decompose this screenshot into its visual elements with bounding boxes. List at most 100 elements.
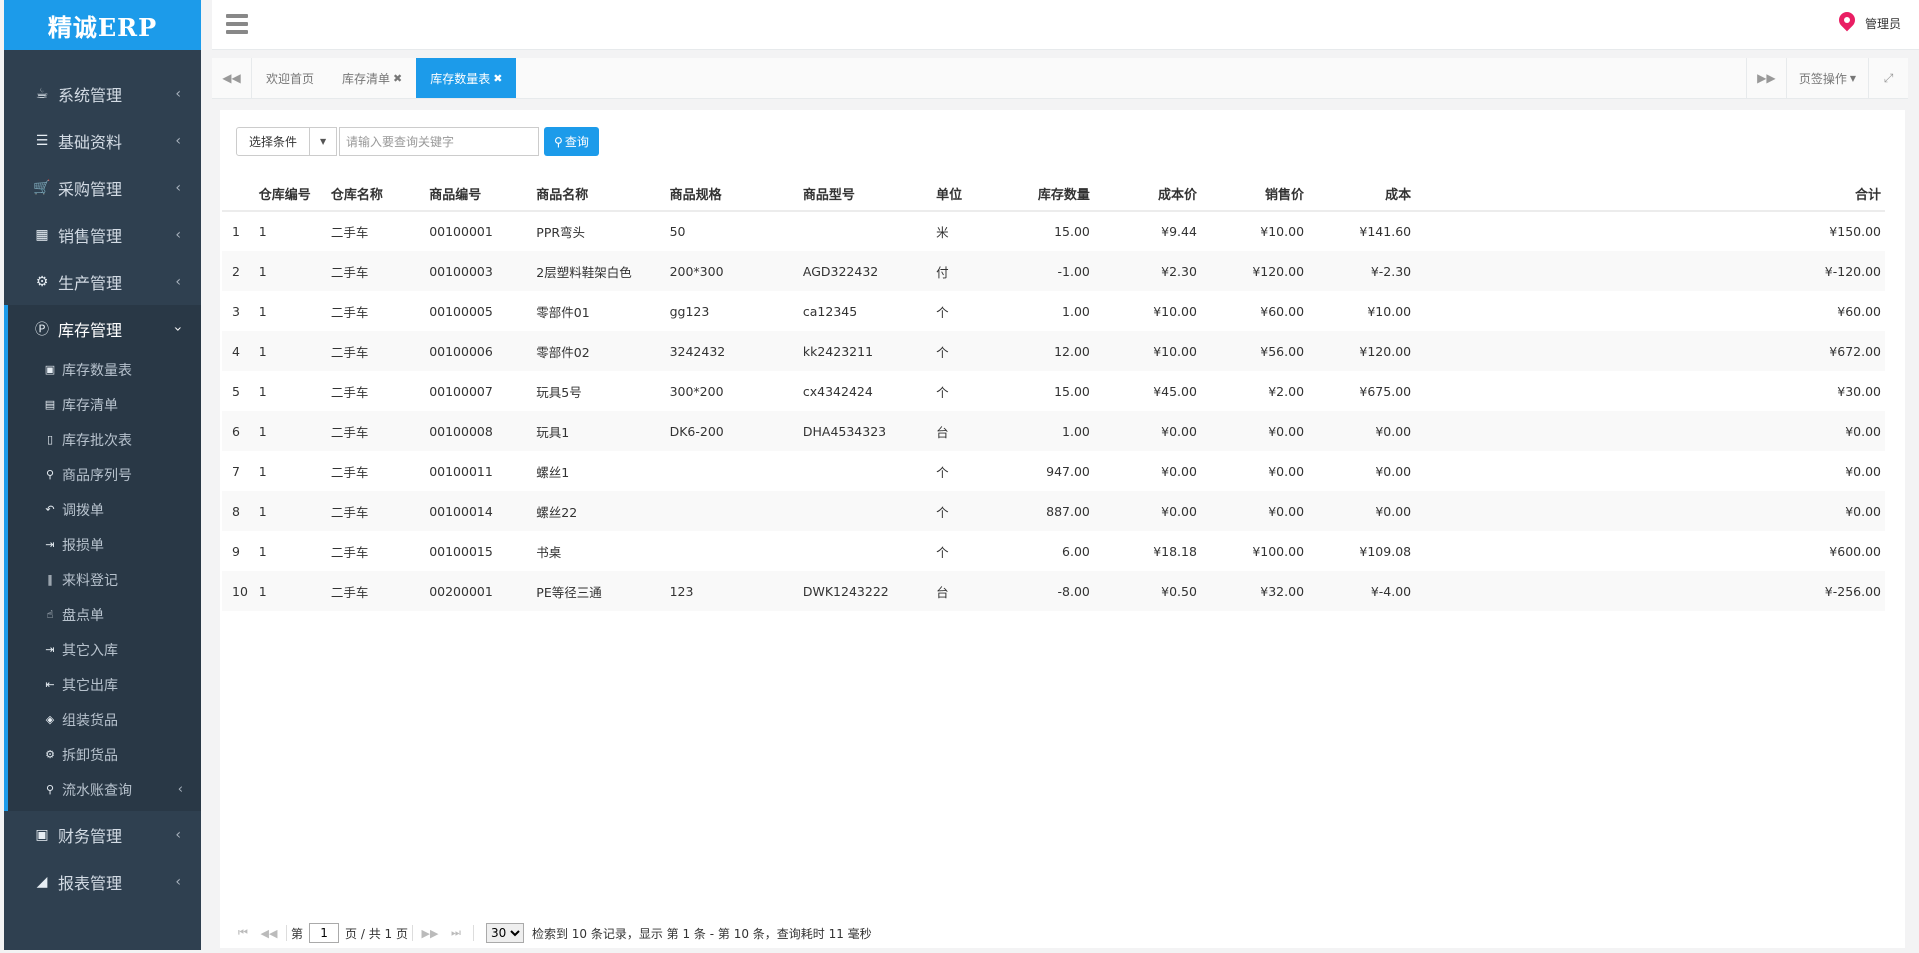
sidebar-item-menu.1.label[interactable]: ☰ 基础资料 ‹ [4, 117, 201, 164]
sidebar-item-menu.0.label[interactable]: ☕ 系统管理 ‹ [4, 70, 201, 117]
sidebar-item-menu_after.0.label[interactable]: ▣ 财务管理 ‹ [4, 811, 201, 858]
reply-icon: ↶ [45, 503, 55, 516]
column-header[interactable]: 成本价 [1093, 176, 1201, 212]
column-header[interactable]: 库存数量 [1008, 176, 1094, 212]
submenu-item[interactable]: ▣ 库存数量表 [8, 352, 201, 387]
tab-scroll-right-icon[interactable]: ▶▶ [1745, 58, 1786, 98]
inventory-table: 仓库编号 仓库名称 商品编号 商品名称 商品规格 商品型号 单位 库存数量 成本价 销售价 成本 合计… [222, 176, 1885, 611]
column-header[interactable] [222, 176, 255, 212]
tab-ops-dropdown[interactable]: 页签操作 ▼ [1785, 58, 1868, 98]
submenu-item[interactable]: ☝ 盘点单 [8, 597, 201, 632]
column-header[interactable]: 商品名称 [532, 176, 666, 212]
table-row[interactable]: 5 1 二手车 00100007 玩具5号 300*200 cx4342424 个 15.00 ¥… [222, 371, 1885, 411]
table-cell [1415, 571, 1776, 611]
table-cell: 玩具5号 [536, 384, 582, 400]
prev-page-icon[interactable]: ◀◀ [256, 923, 282, 943]
pager-summary: 检索到 10 条记录，显示 第 1 条 - 第 10 条，查询耗时 11 毫秒 [531, 926, 872, 941]
submenu-item[interactable]: ▯ 库存批次表 [8, 422, 201, 457]
submenu-item-label: 库存清单 [62, 397, 118, 414]
sidebar-item-label: 系统管理 [58, 85, 123, 105]
column-header[interactable]: 销售价 [1200, 176, 1309, 212]
submenu-item[interactable]: ⇥ 其它入库 [8, 632, 201, 667]
user-area[interactable]: 管理员 [1835, 8, 1901, 34]
table-cell: 个 [936, 504, 949, 520]
table-cell: PPR弯头 [536, 225, 586, 240]
tab-scroll-left-icon[interactable]: ◀◀ [212, 58, 252, 98]
submenu-item[interactable]: ⚙ 拆卸货品 [8, 737, 201, 772]
column-header[interactable] [1415, 176, 1776, 212]
table-row[interactable]: 6 1 二手车 00100008 玩具1 DK6-200 DHA4534323 台 1.00 ¥0… [222, 411, 1885, 451]
table-cell: 2层塑料鞋架白色 [536, 264, 632, 280]
submenu-item[interactable]: ⇤ 其它出库 [8, 667, 201, 702]
sidebar-item-menu.4.label[interactable]: ⚙ 生产管理 ‹ [4, 258, 201, 305]
close-icon[interactable]: ✖ [493, 72, 502, 85]
column-header[interactable]: 成本 [1308, 176, 1416, 212]
column-header[interactable]: 仓库名称 [326, 176, 426, 212]
column-header[interactable]: 仓库编号 [254, 176, 327, 212]
inventory-submenu: ▣ 库存数量表 ▤ 库存清单 ▯ 库存批次表 ⚲ 商品序列号 ↶ 调拨单 ⇥ 报损单 ‖ 来料登记 ☝ 盘点单… [4, 352, 201, 811]
table-cell: ¥675.00 [1359, 383, 1412, 399]
table-row[interactable]: 2 1 二手车 00100003 2层塑料鞋架白色 200*300 AGD322432 付 -1… [222, 251, 1885, 291]
list-icon: ☰ [35, 132, 49, 149]
user-name[interactable]: 管理员 [1865, 15, 1901, 32]
table-cell: 零部件02 [536, 344, 590, 360]
table-cell: 二手车 [330, 424, 369, 440]
search-input[interactable] [339, 127, 540, 156]
query-button[interactable]: ⚲ 查询 [544, 127, 599, 156]
fullscreen-icon[interactable]: ⤢ [1868, 58, 1908, 98]
column-header[interactable]: 商品编号 [425, 176, 533, 212]
next-page-icon[interactable]: ▶▶ [417, 923, 443, 943]
column-header[interactable]: 合计 [1775, 176, 1885, 212]
sidebar-item-menu_after.1.label[interactable]: ◢ 报表管理 ‹ [4, 858, 201, 905]
table-cell: 3 [232, 303, 240, 319]
close-icon[interactable]: ✖ [393, 72, 402, 85]
table-cell: 1 [258, 503, 267, 519]
sidebar-item-menu.5.label[interactable]: Ⓟ 库存管理 ‹ [4, 305, 201, 352]
page-number-input[interactable] [309, 923, 340, 943]
first-page-icon[interactable]: ⏮ [230, 923, 256, 943]
table-cell: 二手车 [330, 384, 369, 400]
condition-caret-icon[interactable]: ▼ [310, 127, 338, 156]
table-row[interactable]: 7 1 二手车 00100011 螺丝1 个 947.00 ¥0.00 ¥0.00 ¥0.00 ¥0… [222, 451, 1885, 491]
table-row[interactable]: 9 1 二手车 00100015 书桌 个 6.00 ¥18.18 ¥100.00 ¥109.08… [222, 531, 1885, 571]
submenu-item[interactable]: ↶ 调拨单 [8, 492, 201, 527]
table-cell: ¥0.00 [1845, 503, 1881, 519]
submenu-item-label: 流水账查询 [62, 782, 132, 799]
search-icon: ⚲ [45, 468, 55, 481]
table-row[interactable]: 4 1 二手车 00100006 零部件02 3242432 kk2423211 个 12.00… [222, 331, 1885, 371]
sidebar-item-menu.3.label[interactable]: ▦ 销售管理 ‹ [4, 211, 201, 258]
menu-toggle-icon[interactable] [226, 14, 248, 34]
table-cell: 1 [258, 383, 267, 399]
table-cell: 00100001 [429, 224, 493, 239]
table-cell: gg123 [669, 303, 710, 319]
table-row[interactable]: 3 1 二手车 00100005 零部件01 gg123 ca12345 个 1.00 ¥10.0… [222, 291, 1885, 331]
submenu-item[interactable]: ◈ 组装货品 [8, 702, 201, 737]
table-cell: 8 [232, 503, 240, 519]
table-cell: 付 [936, 264, 949, 280]
tab-2[interactable]: 库存数量表 ✖ [416, 58, 517, 98]
table-row[interactable]: 8 1 二手车 00100014 螺丝22 个 887.00 ¥0.00 ¥0.00 ¥0.00 ¥… [222, 491, 1885, 531]
column-header[interactable]: 单位 [932, 176, 1009, 212]
submenu-item[interactable]: ‖ 来料登记 [8, 562, 201, 597]
column-header[interactable]: 商品规格 [665, 176, 799, 212]
sidebar-item-menu.2.label[interactable]: 🛒 采购管理 ‹ [4, 164, 201, 211]
table-cell: ¥100.00 [1252, 543, 1305, 559]
table-row[interactable]: 10 1 二手车 00200001 PE等径三通 123 DWK1243222 台 -8.00 ¥… [222, 571, 1885, 611]
table-cell: 6.00 [1062, 543, 1090, 559]
submenu-item[interactable]: ⇥ 报损单 [8, 527, 201, 562]
table-row[interactable]: 1 1 二手车 00100001 PPR弯头 50 米 15.00 ¥9.44 ¥10.00 ¥14… [222, 211, 1885, 251]
submenu-item[interactable]: ▤ 库存清单 [8, 387, 201, 422]
tab-0[interactable]: 欢迎首页 [252, 58, 328, 98]
condition-button[interactable]: 选择条件 [236, 127, 311, 156]
page-suffix: 页 / 共 1 页 [345, 926, 408, 941]
submenu-item[interactable]: ⚲ 商品序列号 [8, 457, 201, 492]
column-header[interactable]: 商品型号 [798, 176, 933, 212]
submenu-item[interactable]: ⚲ 流水账查询 ‹ [8, 772, 201, 807]
table-cell [1415, 451, 1776, 491]
tab-1[interactable]: 库存清单 ✖ [328, 58, 416, 98]
last-page-icon[interactable]: ⏭ [443, 923, 469, 943]
page-size-select[interactable]: 30 [485, 923, 524, 943]
table-cell: 00100015 [429, 543, 493, 559]
table-cell: 个 [936, 304, 949, 320]
table-cell: ca12345 [802, 303, 858, 319]
